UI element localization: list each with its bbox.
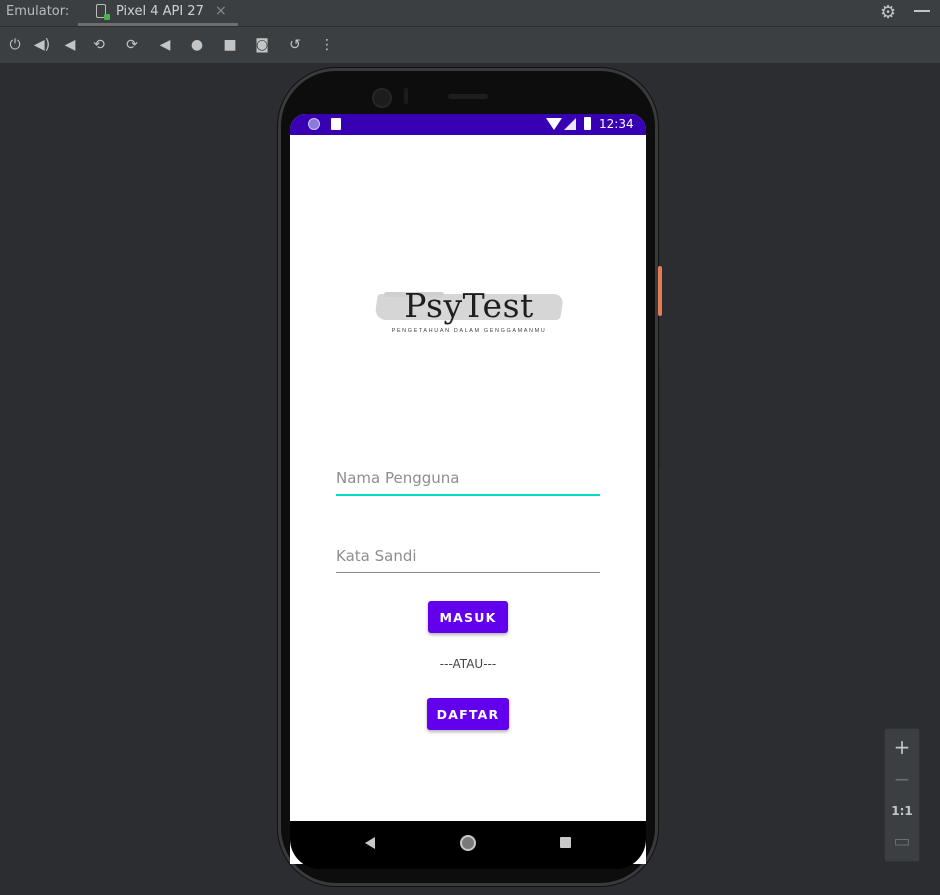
speaker-grille <box>448 94 488 99</box>
register-button[interactable]: DAFTAR <box>427 698 509 730</box>
zoom-in-icon[interactable]: + <box>885 735 919 759</box>
power-icon[interactable]: ⏻ <box>6 36 24 54</box>
wifi-icon <box>546 118 562 130</box>
rotate-left-icon[interactable]: ⟲ <box>90 36 108 54</box>
signal-icon <box>564 118 576 130</box>
sd-card-icon <box>331 118 341 130</box>
more-icon[interactable]: ⋮ <box>318 36 336 54</box>
device-frame: 12:34 PsyTest PENGETAHUAN DALAM GENGGAMA… <box>278 68 662 886</box>
close-icon[interactable]: × <box>215 3 227 19</box>
nav-back-icon[interactable] <box>365 837 375 849</box>
tab-device[interactable]: Pixel 4 API 27 × <box>78 0 238 26</box>
screenshot-icon[interactable]: ◙ <box>253 36 271 54</box>
volume-up-icon[interactable]: ◀) <box>33 36 51 54</box>
overview-icon[interactable]: ■ <box>221 36 239 54</box>
zoom-out-icon[interactable]: − <box>885 767 919 791</box>
fit-screen-icon[interactable]: ▭ <box>885 831 919 852</box>
nav-bar <box>290 821 646 869</box>
home-icon[interactable]: ● <box>188 36 206 54</box>
notification-icon <box>308 118 320 130</box>
power-side-button[interactable] <box>658 266 662 316</box>
nav-home-icon[interactable] <box>460 835 476 851</box>
minimize-icon[interactable] <box>914 10 930 12</box>
tab-device-label: Pixel 4 API 27 <box>116 4 204 19</box>
nav-recents-icon[interactable] <box>560 837 571 848</box>
volume-side-button[interactable] <box>659 368 662 468</box>
back-icon[interactable]: ◀ <box>156 36 174 54</box>
logo-subtitle: PENGETAHUAN DALAM GENGGAMANMU <box>391 328 547 334</box>
username-input[interactable] <box>336 464 600 492</box>
device-screen: 12:34 PsyTest PENGETAHUAN DALAM GENGGAMA… <box>290 114 646 864</box>
password-input[interactable] <box>336 542 600 570</box>
app-logo: PsyTest PENGETAHUAN DALAM GENGGAMANMU <box>374 284 564 336</box>
zoom-panel: + − 1:1 ▭ <box>884 728 920 862</box>
actual-size-button[interactable]: 1:1 <box>885 804 919 818</box>
logo-title: PsyTest <box>404 286 534 325</box>
snapshot-icon[interactable]: ↺ <box>286 36 304 54</box>
volume-down-icon[interactable]: ◀ <box>61 36 79 54</box>
login-button[interactable]: MASUK <box>428 601 508 633</box>
password-field[interactable] <box>336 542 600 573</box>
emulator-panel-label: Emulator: <box>6 4 70 19</box>
username-field[interactable] <box>336 464 600 496</box>
battery-icon <box>584 117 591 130</box>
rotate-right-icon[interactable]: ⟳ <box>123 36 141 54</box>
gear-icon[interactable]: ⚙ <box>880 2 896 23</box>
status-bar: 12:34 <box>290 114 646 135</box>
camera-icon <box>372 88 392 108</box>
or-divider: ---ATAU--- <box>439 657 497 671</box>
emulator-toolbar: ⏻ ◀) ◀ ⟲ ⟳ ◀ ● ■ ◙ ↺ ⋮ <box>0 27 940 63</box>
sensor <box>404 88 408 104</box>
emulator-tab-bar: Emulator: Pixel 4 API 27 × ⚙ <box>0 0 940 27</box>
status-time: 12:34 <box>599 117 634 131</box>
device-icon <box>96 4 110 20</box>
